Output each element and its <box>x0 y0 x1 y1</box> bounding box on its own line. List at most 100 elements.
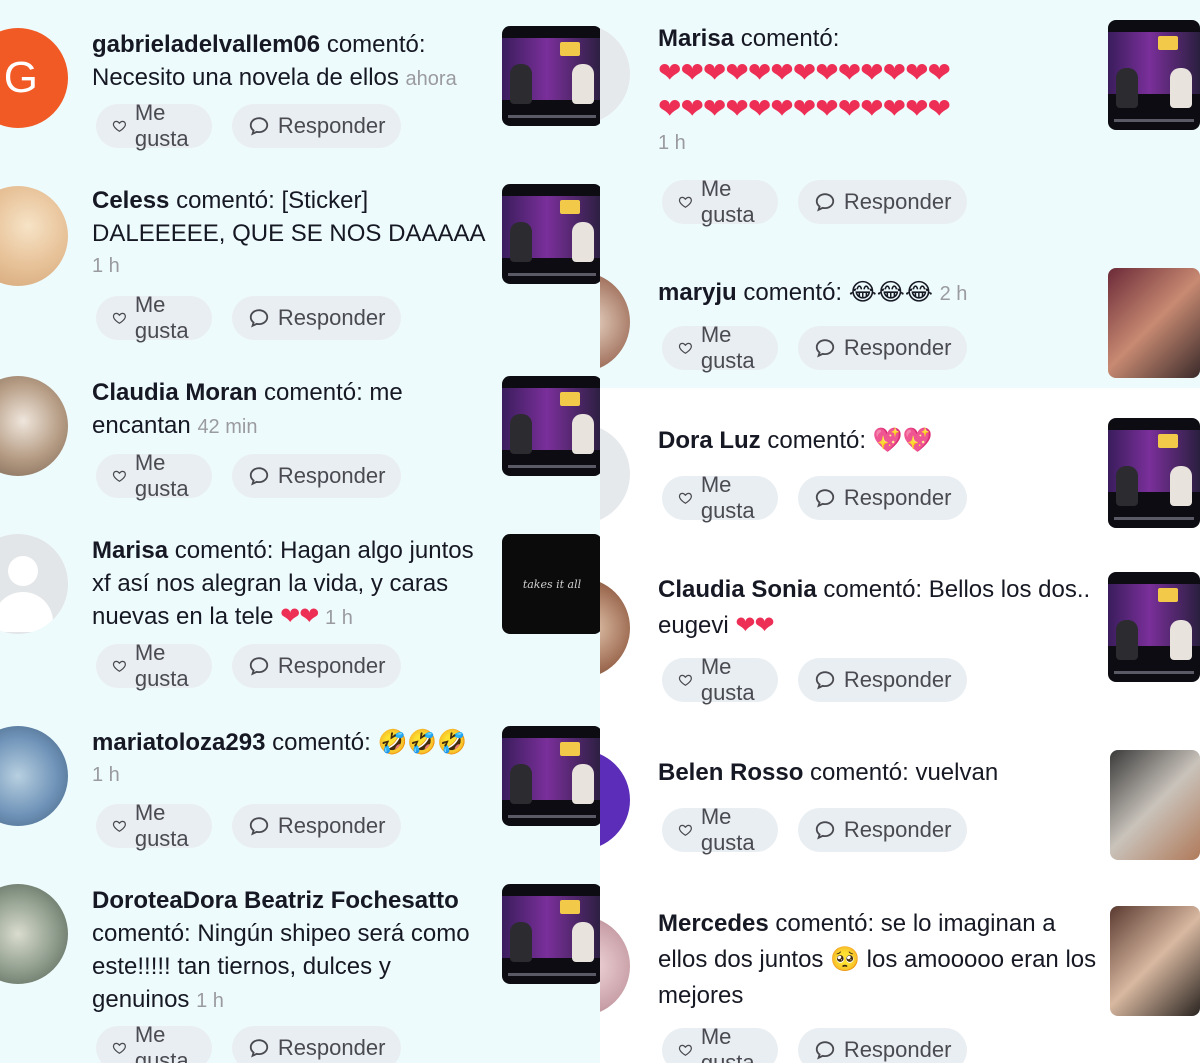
like-label: Me gusta <box>134 100 189 151</box>
comment-verb: comentó: <box>810 759 909 786</box>
video-thumbnail[interactable] <box>502 726 600 826</box>
avatar[interactable] <box>600 750 630 850</box>
comment-body: gabrieladelvallem06 comentó: Necesito un… <box>92 28 492 96</box>
comment-username[interactable]: Mercedes <box>658 910 769 937</box>
avatar[interactable] <box>0 186 68 286</box>
video-thumbnail[interactable] <box>1108 418 1200 528</box>
comment-username[interactable]: Belen Rosso <box>658 759 803 786</box>
video-thumbnail[interactable] <box>1108 268 1200 378</box>
comment-body: Claudia Moran comentó: me encantan 42 mi… <box>92 376 492 444</box>
reply-bubble-icon <box>814 669 836 691</box>
reply-bubble-icon <box>248 815 270 837</box>
comment-verb: comentó: <box>743 279 843 306</box>
avatar[interactable] <box>0 376 68 476</box>
reply-button[interactable]: Responder <box>231 296 402 340</box>
comment-username[interactable]: Claudia Moran <box>92 379 257 406</box>
video-thumbnail[interactable] <box>502 884 600 984</box>
reply-button[interactable]: Responder <box>231 1026 402 1063</box>
default-avatar[interactable] <box>0 534 68 634</box>
like-label: Me gusta <box>700 804 755 855</box>
reply-button[interactable]: Responder <box>231 804 402 848</box>
like-button[interactable]: Me gusta <box>662 322 778 373</box>
avatar[interactable] <box>0 726 68 826</box>
avatar[interactable] <box>600 916 630 1016</box>
comment-username[interactable]: maryju <box>658 279 737 306</box>
comment-actions: Me gusta Responder <box>96 100 402 151</box>
avatar[interactable] <box>600 424 630 524</box>
heart-icon <box>678 337 693 359</box>
comment-body: Marisa comentó: Hagan algo juntos xf así… <box>92 534 492 635</box>
video-thumbnail[interactable] <box>1110 750 1200 860</box>
reply-label: Responder <box>843 1037 952 1062</box>
heart-icon <box>678 487 693 509</box>
reply-button[interactable]: Responder <box>797 1028 968 1063</box>
thumbnail-text: takes it all <box>522 577 582 591</box>
comment-username[interactable]: mariatoloza293 <box>92 729 265 756</box>
video-thumbnail[interactable] <box>1108 572 1200 682</box>
like-label: Me gusta <box>700 654 755 705</box>
reply-button[interactable]: Responder <box>797 808 968 852</box>
video-thumbnail[interactable] <box>502 26 600 126</box>
comment-username[interactable]: Celess <box>92 187 169 214</box>
video-thumbnail[interactable]: takes it all <box>502 534 600 634</box>
comment-time: ahora <box>405 68 457 90</box>
comment-actions: Me gusta Responder <box>96 1022 402 1063</box>
reply-button[interactable]: Responder <box>231 644 402 688</box>
heart-icon <box>678 819 693 841</box>
comment-username[interactable]: Claudia Sonia <box>658 576 817 603</box>
comment-username[interactable]: Dora Luz <box>658 427 761 454</box>
comment-body: Belen Rosso comentó: vuelvan <box>658 756 1098 789</box>
reply-bubble-icon <box>248 1037 270 1059</box>
like-button[interactable]: Me gusta <box>96 292 212 343</box>
avatar[interactable] <box>600 578 630 678</box>
reply-bubble-icon <box>814 819 836 841</box>
video-thumbnail[interactable] <box>1108 20 1200 130</box>
comment-username[interactable]: Marisa <box>658 25 734 52</box>
reply-button[interactable]: Responder <box>231 104 402 148</box>
reply-bubble-icon <box>248 115 270 137</box>
avatar[interactable] <box>0 884 68 984</box>
like-label: Me gusta <box>134 800 189 851</box>
like-button[interactable]: Me gusta <box>96 450 212 501</box>
like-button[interactable]: Me gusta <box>96 100 212 151</box>
reply-button[interactable]: Responder <box>797 326 968 370</box>
like-button[interactable]: Me gusta <box>662 472 778 523</box>
video-thumbnail[interactable] <box>502 376 600 476</box>
like-button[interactable]: Me gusta <box>662 804 778 855</box>
comment-time: 1 h <box>658 132 686 154</box>
video-thumbnail[interactable] <box>502 184 600 284</box>
comment-actions: Me gusta Responder <box>662 472 968 523</box>
like-button[interactable]: Me gusta <box>662 1024 778 1063</box>
reply-button[interactable]: Responder <box>231 454 402 498</box>
like-label: Me gusta <box>134 292 189 343</box>
reply-label: Responder <box>277 813 386 838</box>
comments-panel-left: G gabrieladelvallem06 comentó: Necesito … <box>0 0 600 1063</box>
reply-label: Responder <box>843 667 952 692</box>
comment-body: Claudia Sonia comentó: Bellos los dos.. … <box>658 572 1098 644</box>
comment-body: Mercedes comentó: se lo imaginan a ellos… <box>658 906 1098 1014</box>
reply-bubble-icon <box>814 191 836 213</box>
video-thumbnail[interactable] <box>1110 906 1200 1016</box>
reply-label: Responder <box>277 463 386 488</box>
like-button[interactable]: Me gusta <box>662 654 778 705</box>
like-button[interactable]: Me gusta <box>96 800 212 851</box>
heart-icon <box>678 669 693 691</box>
reply-bubble-icon <box>248 655 270 677</box>
like-button[interactable]: Me gusta <box>96 1022 212 1063</box>
comment-verb: comentó: <box>775 910 875 937</box>
comment-username[interactable]: Marisa <box>92 537 168 564</box>
reply-button[interactable]: Responder <box>797 476 968 520</box>
comment-username[interactable]: DoroteaDora Beatriz Fochesatto <box>92 887 459 914</box>
reply-button[interactable]: Responder <box>797 180 968 224</box>
comment-verb: comentó: <box>326 31 426 58</box>
like-button[interactable]: Me gusta <box>662 176 778 227</box>
avatar[interactable]: G <box>0 28 68 128</box>
comment-username[interactable]: gabrieladelvallem06 <box>92 31 320 58</box>
comment-verb: comentó: <box>264 379 363 406</box>
like-label: Me gusta <box>700 472 755 523</box>
comment-verb: comentó: <box>174 537 274 564</box>
like-button[interactable]: Me gusta <box>96 640 212 691</box>
comment-body: Celess comentó: [Sticker] DALEEEEE, QUE … <box>92 184 492 283</box>
heart-emojis: ❤❤ <box>280 603 319 630</box>
reply-button[interactable]: Responder <box>797 658 968 702</box>
